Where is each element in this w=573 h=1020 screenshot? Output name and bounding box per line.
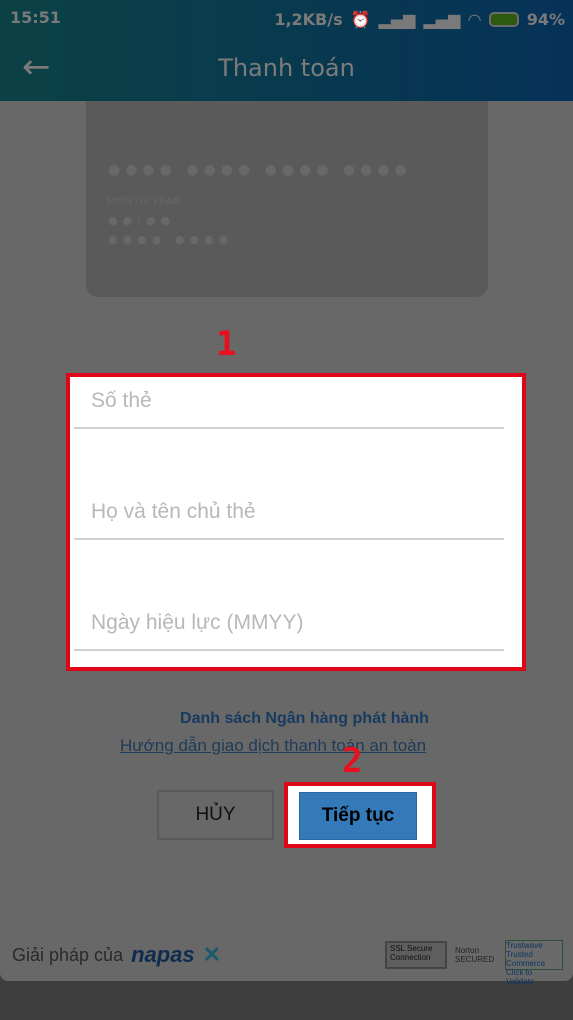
- battery-charging-icon: [488, 11, 519, 27]
- card-number-input[interactable]: [74, 389, 504, 413]
- continue-button[interactable]: Tiếp tục: [299, 792, 417, 840]
- expiry-mask: ●●/●●: [108, 214, 176, 227]
- page-title: Thanh toán: [218, 54, 355, 82]
- security-badges: SSL Secure Connection Norton SECURED Tru…: [385, 940, 563, 986]
- footer: Giải pháp của napas ✕: [12, 942, 221, 968]
- valid-from-field[interactable]: [74, 611, 504, 651]
- step-2-label: 2: [342, 741, 363, 781]
- step-1-label: 1: [216, 324, 237, 364]
- app-header: 15:51 1,2KB/s ⏰ ▂▄▆ ▂▄▆ ◠ 94% ← Thanh to…: [0, 0, 573, 101]
- continue-highlight: Tiếp tục: [284, 782, 436, 848]
- norton-badge: Norton SECURED: [455, 946, 495, 964]
- status-time: 15:51: [10, 8, 61, 27]
- cancel-button[interactable]: HỦY: [157, 790, 274, 840]
- status-bar: 15:51 1,2KB/s ⏰ ▂▄▆ ▂▄▆ ◠ 94%: [10, 8, 565, 30]
- net-speed: 1,2KB/s: [274, 9, 343, 29]
- signal-icon: ▂▄▆: [423, 9, 461, 29]
- holder-name-field[interactable]: [74, 500, 504, 540]
- expiry-label: MONTH/YEAR: [106, 196, 182, 207]
- alarm-icon: ⏰: [350, 9, 371, 29]
- ssl-badge: SSL Secure Connection: [385, 941, 447, 969]
- card-number-mask: ●●●● ●●●● ●●●● ●●●●: [108, 162, 412, 178]
- issuing-banks-link[interactable]: Danh sách Ngân hàng phát hành: [0, 710, 573, 728]
- valid-from-input[interactable]: [74, 611, 504, 635]
- battery-level: 94%: [526, 9, 565, 29]
- trustwave-badge[interactable]: Trustwave Trusted Commerce Click to Vali…: [505, 940, 563, 986]
- napas-x-icon: ✕: [202, 942, 222, 967]
- signal-icon: ▂▄▆: [378, 9, 416, 29]
- name-mask: ●●●● ●●●●: [108, 233, 234, 246]
- holder-name-input[interactable]: [74, 500, 504, 524]
- wifi-icon: ◠: [468, 9, 481, 29]
- safe-payment-guide-link[interactable]: Hướng dẫn giao dịch thanh toán an toàn: [120, 736, 426, 756]
- card-number-field[interactable]: [74, 389, 504, 429]
- napas-logo: napas: [131, 942, 195, 967]
- powered-by-label: Giải pháp của: [12, 944, 124, 965]
- card-form: [66, 373, 526, 671]
